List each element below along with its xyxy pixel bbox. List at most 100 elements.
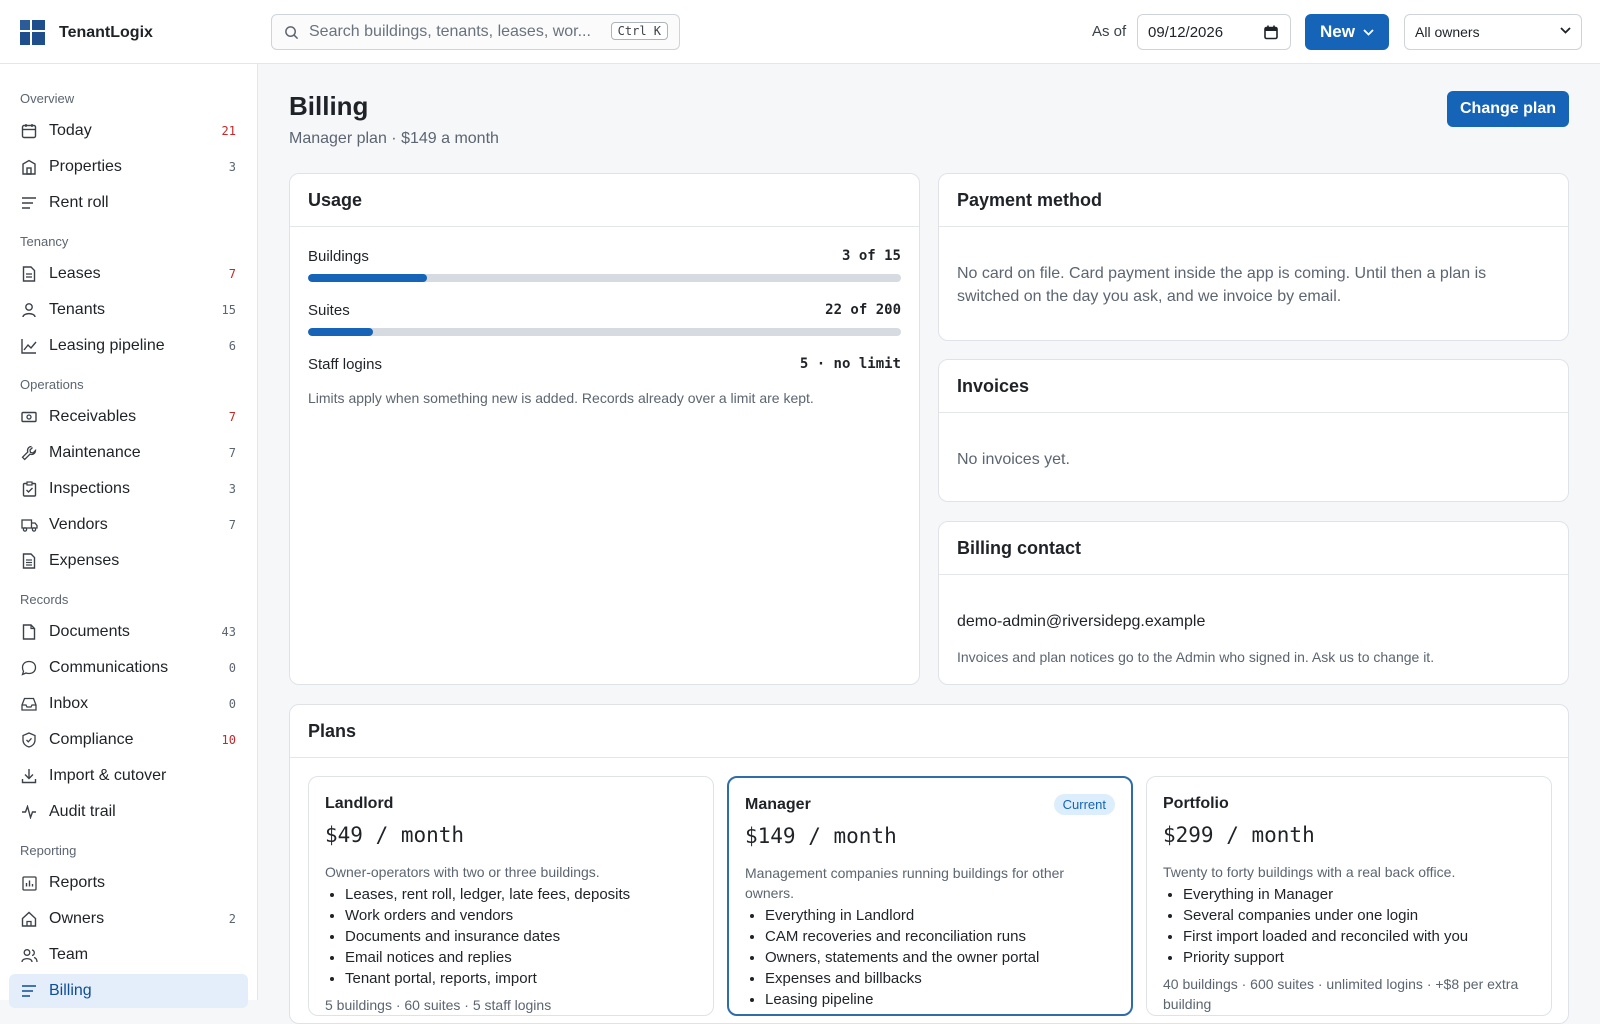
sidebar-item-rent-roll[interactable]: Rent roll [9, 186, 248, 220]
person-icon [20, 301, 38, 319]
plans-title: Plans [290, 705, 1568, 758]
change-plan-button[interactable]: Change plan [1447, 91, 1569, 127]
as-of-label: As of [1092, 23, 1127, 40]
sidebar-item-count: 7 [228, 267, 236, 281]
sidebar-item-communications[interactable]: Communications 0 [9, 651, 248, 685]
app-name: TenantLogix [59, 23, 153, 41]
brand[interactable]: TenantLogix [20, 20, 153, 45]
plan-name: Landlord [325, 795, 394, 812]
payment-method-text: No card on file. Card payment inside the… [957, 265, 1487, 305]
sidebar-item-label: Compliance [49, 731, 134, 748]
sidebar-item-import-cutover[interactable]: Import & cutover [9, 759, 248, 793]
owner-filter-select[interactable]: All owners [1404, 14, 1582, 50]
sidebar-item-label: Communications [49, 659, 169, 676]
usage-card-title: Usage [290, 174, 919, 227]
chat-icon [20, 659, 38, 677]
sidebar-item-label: Inbox [49, 695, 89, 712]
sidebar-item-vendors[interactable]: Vendors 7 [9, 508, 248, 542]
inbox-icon [20, 695, 38, 713]
plan-card-portfolio[interactable]: Portfolio $299 / month Twenty to forty b… [1146, 776, 1552, 1016]
owner-filter-value: All owners [1415, 24, 1480, 40]
search-input[interactable] [309, 23, 609, 41]
usage-row-value: 5 · no limit [799, 356, 901, 372]
plan-feature: Owners, statements and the owner portal [765, 947, 1115, 968]
plan-feature: CAM recoveries and reconciliation runs [765, 926, 1115, 947]
global-search[interactable]: Ctrl K [271, 14, 680, 50]
sidebar-item-label: Maintenance [49, 444, 141, 461]
sidebar-item-count: 21 [221, 124, 236, 138]
plan-feature: Email notices and replies [345, 947, 697, 968]
app-logo-icon [20, 20, 45, 45]
plan-card-manager[interactable]: Manager Current $149 / month Management … [727, 776, 1133, 1016]
as-of-date-input[interactable]: 09/12/2026 [1137, 14, 1291, 50]
sidebar-item-label: Receivables [49, 408, 137, 425]
usage-row-value: 22 of 200 [825, 302, 901, 318]
plan-feature-list: Everything in Manager Several companies … [1183, 884, 1535, 968]
sidebar-section-tenancy: Tenancy [20, 234, 69, 249]
sidebar-item-leases[interactable]: Leases 7 [9, 257, 248, 291]
usage-row-label: Staff logins [308, 356, 382, 373]
invoices-card: Invoices No invoices yet. [938, 359, 1569, 502]
sidebar-item-count: 7 [228, 518, 236, 532]
sidebar-item-today[interactable]: Today 21 [9, 114, 248, 148]
file-icon [20, 623, 38, 641]
sidebar-section-reporting: Reporting [20, 843, 77, 858]
sidebar-item-owners[interactable]: Owners 2 [9, 902, 248, 936]
plan-card-landlord[interactable]: Landlord $49 / month Owner-operators wit… [308, 776, 714, 1016]
document-icon [20, 265, 38, 283]
sidebar-item-count: 6 [228, 339, 236, 353]
sidebar-item-leasing-pipeline[interactable]: Leasing pipeline 6 [9, 329, 248, 363]
new-button[interactable]: New [1305, 14, 1389, 50]
download-icon [20, 767, 38, 785]
top-bar: TenantLogix Ctrl K As of 09/12/2026 New … [0, 0, 1600, 64]
billing-contact-title: Billing contact [939, 522, 1568, 575]
chart-icon [20, 337, 38, 355]
payment-method-title: Payment method [939, 174, 1568, 227]
sidebar-item-count: 7 [228, 410, 236, 424]
sidebar-item-label: Audit trail [49, 803, 116, 820]
billing-contact-note: Invoices and plan notices go to the Admi… [957, 649, 1435, 665]
sidebar-item-maintenance[interactable]: Maintenance 7 [9, 436, 248, 470]
plan-name: Manager [745, 796, 811, 813]
sidebar-item-tenants[interactable]: Tenants 15 [9, 293, 248, 327]
sidebar-item-receivables[interactable]: Receivables 7 [9, 400, 248, 434]
sidebar-item-audit-trail[interactable]: Audit trail [9, 795, 248, 829]
sidebar-item-count: 7 [228, 446, 236, 460]
buildings-usage-fill [308, 274, 427, 282]
plan-feature-list: Leases, rent roll, ledger, late fees, de… [345, 884, 697, 989]
plan-feature: First import loaded and reconciled with … [1183, 926, 1535, 947]
sidebar-item-expenses[interactable]: Expenses [9, 544, 248, 578]
usage-row-label: Buildings [308, 248, 369, 265]
sidebar-item-label: Tenants [49, 301, 106, 318]
usage-row-suites: Suites 22 of 200 [308, 302, 901, 319]
sidebar-item-label: Inspections [49, 480, 130, 497]
sidebar-item-label: Leasing pipeline [49, 337, 165, 354]
sidebar-item-reports[interactable]: Reports [9, 866, 248, 900]
sidebar-item-count: 0 [228, 697, 236, 711]
sidebar-item-label: Import & cutover [49, 767, 167, 784]
plan-description: Twenty to forty buildings with a real ba… [1163, 864, 1456, 880]
sidebar-item-documents[interactable]: Documents 43 [9, 615, 248, 649]
sidebar-item-billing[interactable]: Billing [9, 974, 248, 1008]
sidebar-item-compliance[interactable]: Compliance 10 [9, 723, 248, 757]
calendar-icon [20, 122, 38, 140]
sidebar-item-count: 15 [221, 303, 236, 317]
sidebar-item-count: 43 [221, 625, 236, 639]
plan-description: Owner-operators with two or three buildi… [325, 864, 600, 880]
plan-limits: 40 buildings · 600 suites · unlimited lo… [1163, 976, 1519, 1012]
sidebar-item-inbox[interactable]: Inbox 0 [9, 687, 248, 721]
sidebar-item-label: Owners [49, 910, 105, 927]
sidebar-item-properties[interactable]: Properties 3 [9, 150, 248, 184]
sidebar-item-team[interactable]: Team [9, 938, 248, 972]
calendar-picker-icon[interactable] [1264, 25, 1278, 40]
wrench-icon [20, 444, 38, 462]
sidebar-item-label: Reports [49, 874, 106, 891]
plan-feature: Work orders and vendors [345, 905, 697, 926]
building-icon [20, 158, 38, 176]
list-icon [20, 194, 38, 212]
plan-feature: Everything in Manager [1183, 884, 1535, 905]
sidebar-item-inspections[interactable]: Inspections 3 [9, 472, 248, 506]
plan-feature: Everything in Landlord [765, 905, 1115, 926]
sidebar-item-count: 10 [221, 733, 236, 747]
plan-feature: Tenant portal, reports, import [345, 968, 697, 989]
